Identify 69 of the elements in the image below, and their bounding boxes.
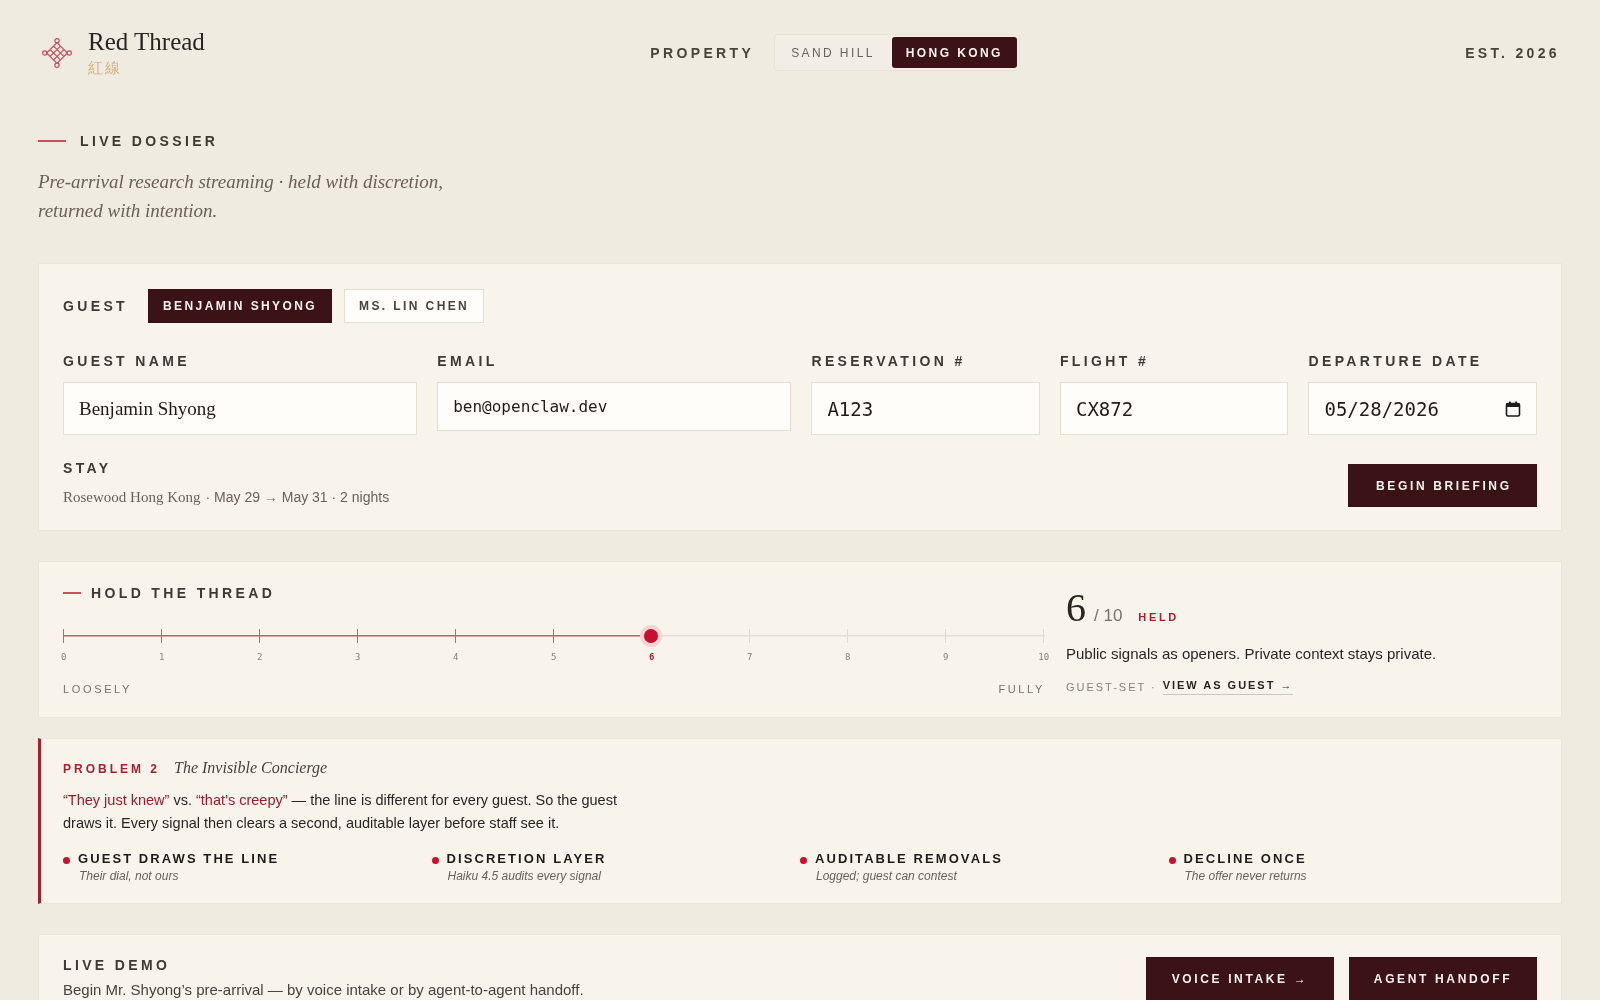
guest-option[interactable]: MS. LIN CHEN	[344, 289, 485, 323]
tick-label: 9	[943, 651, 949, 663]
point-note: Haiku 4.5 audits every signal	[446, 869, 602, 883]
demo-button[interactable]: VOICE INTAKE →	[1146, 957, 1334, 1000]
brand-name-chinese: 紅線	[88, 58, 122, 77]
reading-scale: / 10	[1094, 606, 1123, 626]
thread-description: Public signals as openers. Private context stays private.	[1066, 644, 1438, 664]
tick-label: 1	[159, 651, 165, 663]
tick-label: 8	[845, 651, 851, 663]
property-label: PROPERTY	[650, 44, 755, 61]
section-kicker: LIVE DOSSIER	[80, 133, 219, 149]
reading-value: 6	[1066, 587, 1086, 629]
tick-label: 6	[649, 651, 655, 663]
tick-label: 3	[355, 651, 361, 663]
date-field[interactable]: 05/28/2026	[1308, 382, 1537, 435]
calendar-icon[interactable]	[1505, 400, 1521, 417]
bullet-dot-icon	[431, 857, 439, 864]
problem-title: The Invisible Concierge	[174, 759, 328, 777]
point-note: The offer never returns	[1183, 869, 1307, 883]
guest-option[interactable]: BENJAMIN SHYONG	[148, 289, 333, 323]
guest-label: GUEST	[63, 298, 129, 314]
point-title: DECLINE ONCE	[1183, 851, 1307, 866]
accent-line	[38, 140, 66, 142]
field-label: FLIGHT #	[1059, 353, 1151, 369]
slider-thumb[interactable]	[640, 625, 662, 647]
bullet-dot-icon	[1168, 857, 1176, 864]
section-title: HOLD THE THREAD	[91, 585, 276, 601]
point-note: Their dial, not ours	[78, 869, 180, 883]
input-field[interactable]: ben@openclaw.dev	[437, 382, 792, 431]
demo-button[interactable]: AGENT HANDOFF	[1349, 957, 1537, 1000]
stay-label: STAY	[63, 460, 113, 476]
point-title: DISCRETION LAYER	[446, 851, 607, 866]
hotel-name: Rosewood Hong Kong	[63, 489, 201, 506]
input-field[interactable]: A123	[811, 382, 1040, 435]
tick-label: 2	[257, 651, 263, 663]
tick-label: 5	[551, 651, 557, 663]
reading-status: HELD	[1138, 611, 1179, 623]
demo-title: LIVE DEMO	[63, 957, 172, 973]
demo-description: Begin Mr. Shyong’s pre-arrival — by voice intake or by agent-to-agent handoff.	[63, 981, 584, 999]
point-title: AUDITABLE REMOVALS	[815, 851, 1003, 866]
tick-label: 4	[453, 651, 459, 663]
tick-label: 7	[747, 651, 753, 663]
field-label: DEPARTURE DATE	[1308, 353, 1484, 369]
view-as-guest-link[interactable]: VIEW AS GUEST →	[1162, 679, 1294, 695]
accent-line	[63, 592, 81, 594]
point-title: GUEST DRAWS THE LINE	[78, 851, 280, 866]
knot-logo-icon	[42, 37, 72, 68]
field-label: RESERVATION #	[811, 353, 967, 369]
tick-label: 10	[1038, 651, 1050, 663]
min-label: LOOSELY	[63, 683, 133, 696]
input-field[interactable]: Benjamin Shyong	[63, 382, 418, 435]
property-option[interactable]: HONG KONG	[891, 37, 1017, 68]
max-label: FULLY	[998, 683, 1045, 696]
bullet-dot-icon	[63, 857, 70, 864]
bullet-dot-icon	[800, 857, 807, 864]
input-field[interactable]: CX872	[1059, 382, 1289, 435]
stay-dates: · May 29 → May 31 · 2 nights	[205, 489, 390, 505]
point-note: Logged; guest can contest	[815, 869, 958, 883]
established-year: EST. 2026	[1465, 44, 1561, 61]
tick-label: 0	[61, 651, 67, 663]
brand-name: Red Thread	[88, 28, 205, 56]
tagline: Pre-arrival research streaming · held with discretion, returned with intention.	[38, 170, 444, 223]
field-label: GUEST NAME	[63, 353, 191, 369]
problem-text: “They just knew” vs. “that’s creepy” — the line is different for every guest. So the guest draws it. Every signal then clears a second, auditable layer before staff see it.	[63, 791, 618, 833]
problem-kicker: PROBLEM 2	[63, 762, 160, 776]
property-option[interactable]: SAND HILL	[777, 37, 889, 68]
source-label: GUEST-SET ·	[1066, 681, 1157, 693]
begin-briefing-button[interactable]: BEGIN BRIEFING	[1348, 464, 1537, 507]
field-label: EMAIL	[437, 353, 499, 369]
